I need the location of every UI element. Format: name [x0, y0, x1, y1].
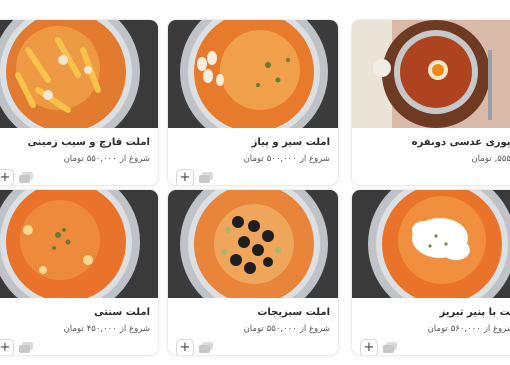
- stack-icon[interactable]: [18, 172, 34, 184]
- product-image[interactable]: [0, 190, 158, 298]
- add-to-cart-button[interactable]: +: [360, 339, 378, 355]
- product-image[interactable]: [168, 190, 338, 298]
- add-to-cart-button[interactable]: +: [0, 169, 14, 185]
- product-image[interactable]: [168, 20, 338, 128]
- product-card[interactable]: املت قارچ و سیب زمینی شروع از۵۵۰,۰۰۰توما…: [0, 20, 158, 185]
- product-price: شروع از۵۰۰,۰۰۰تومان: [243, 154, 330, 164]
- plus-icon: +: [363, 340, 375, 355]
- plus-icon: +: [0, 170, 11, 185]
- product-card[interactable]: املت سبزیجات شروع از۵۵۰,۰۰۰تومان +: [168, 190, 338, 355]
- stack-icon[interactable]: [198, 342, 214, 354]
- product-title[interactable]: املت سنتی: [0, 307, 150, 318]
- add-to-cart-button[interactable]: +: [176, 339, 194, 355]
- product-image[interactable]: [0, 20, 158, 128]
- stack-icon[interactable]: [382, 342, 398, 354]
- add-to-cart-button[interactable]: +: [176, 169, 194, 185]
- product-card[interactable]: املت سنتی شروع از۴۵۰,۰۰۰تومان +: [0, 190, 158, 355]
- product-title[interactable]: املت سیر و پیاز: [176, 137, 330, 148]
- product-price: ۵۵۵,تومان: [471, 154, 510, 164]
- product-title[interactable]: املت سبزیجات: [176, 307, 330, 318]
- product-price: شروع از۵۵۰,۰۰۰تومان: [243, 324, 330, 334]
- product-price: شروع از۵۵۰,۰۰۰تومان: [63, 154, 150, 164]
- plus-icon: +: [179, 340, 191, 355]
- product-card[interactable]: لت با پنیر تبریز شروع از۵۶۰,۰۰۰تومان +: [352, 190, 510, 355]
- stack-icon[interactable]: [198, 172, 214, 184]
- add-to-cart-button[interactable]: +: [0, 339, 14, 355]
- product-title[interactable]: لت با پنیر تبریز: [360, 307, 510, 318]
- product-title[interactable]: اپوری عدسی دونفره: [360, 137, 510, 148]
- product-title[interactable]: املت قارچ و سیب زمینی: [0, 137, 150, 148]
- product-card[interactable]: اپوری عدسی دونفره ۵۵۵,تومان: [352, 20, 510, 185]
- plus-icon: +: [179, 170, 191, 185]
- product-card[interactable]: املت سیر و پیاز شروع از۵۰۰,۰۰۰تومان +: [168, 20, 338, 185]
- product-price: شروع از۴۵۰,۰۰۰تومان: [63, 324, 150, 334]
- product-image[interactable]: [352, 190, 510, 298]
- plus-icon: +: [0, 340, 11, 355]
- product-price: شروع از۵۶۰,۰۰۰تومان: [427, 324, 510, 334]
- stack-icon[interactable]: [18, 342, 34, 354]
- product-image[interactable]: [352, 20, 510, 128]
